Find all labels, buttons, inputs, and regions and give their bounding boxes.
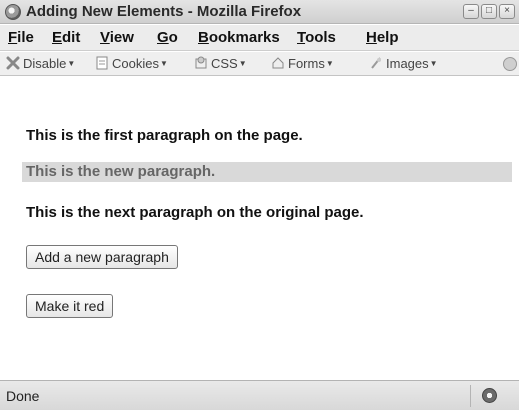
- toolbar-cookies[interactable]: Cookies▼: [95, 56, 168, 73]
- close-button[interactable]: ×: [499, 4, 515, 19]
- info-icon[interactable]: [503, 57, 517, 71]
- chevron-down-icon: ▼: [159, 59, 168, 68]
- minimize-button[interactable]: –: [463, 4, 479, 19]
- toolbar-images[interactable]: Images▼: [369, 56, 438, 73]
- web-developer-toolbar: Disable▼ Cookies▼ CSS▼ Forms▼ Images▼: [0, 52, 519, 76]
- status-indicator-icon: [482, 388, 497, 403]
- toolbar-css[interactable]: CSS▼: [194, 56, 247, 73]
- forms-icon: [272, 57, 284, 69]
- menu-bar: File Edit View Go Bookmarks Tools Help: [0, 25, 519, 51]
- first-paragraph: This is the first paragraph on the page.: [26, 127, 303, 144]
- new-paragraph: This is the new paragraph.: [22, 162, 512, 182]
- maximize-button[interactable]: □: [481, 4, 497, 19]
- toolbar-css-label: CSS: [211, 56, 238, 71]
- status-bar: Done: [0, 380, 519, 410]
- page-content: This is the first paragraph on the page.…: [0, 77, 519, 379]
- chevron-down-icon: ▼: [325, 59, 334, 68]
- next-paragraph: This is the next paragraph on the origin…: [26, 204, 364, 221]
- menu-help[interactable]: Help: [366, 29, 399, 46]
- toolbar-images-label: Images: [386, 56, 429, 71]
- menu-go[interactable]: Go: [157, 29, 178, 46]
- menu-edit[interactable]: Edit: [52, 29, 80, 46]
- window-title: Adding New Elements - Mozilla Firefox: [26, 3, 302, 20]
- toolbar-disable[interactable]: Disable▼: [6, 56, 75, 73]
- chevron-down-icon: ▼: [429, 59, 438, 68]
- toolbar-forms-label: Forms: [288, 56, 325, 71]
- add-paragraph-button[interactable]: Add a new paragraph: [26, 245, 178, 269]
- toolbar-forms[interactable]: Forms▼: [271, 56, 334, 73]
- menu-file[interactable]: File: [8, 29, 34, 46]
- make-red-button[interactable]: Make it red: [26, 294, 114, 318]
- status-text: Done: [6, 388, 40, 404]
- chevron-down-icon: ▼: [238, 59, 247, 68]
- toolbar-disable-label: Disable: [23, 56, 67, 71]
- firefox-icon: [5, 4, 21, 20]
- title-bar: Adding New Elements - Mozilla Firefox – …: [0, 0, 519, 24]
- chevron-down-icon: ▼: [67, 59, 76, 68]
- status-divider: [470, 385, 471, 407]
- browser-window: Adding New Elements - Mozilla Firefox – …: [0, 0, 519, 410]
- menu-tools[interactable]: Tools: [297, 29, 336, 46]
- cookies-icon: [96, 56, 108, 70]
- disable-icon: [6, 56, 20, 70]
- menu-view[interactable]: View: [100, 29, 134, 46]
- toolbar-cookies-label: Cookies: [112, 56, 159, 71]
- css-icon: [195, 56, 207, 69]
- images-icon: [371, 57, 381, 69]
- menu-bookmarks[interactable]: Bookmarks: [198, 29, 280, 46]
